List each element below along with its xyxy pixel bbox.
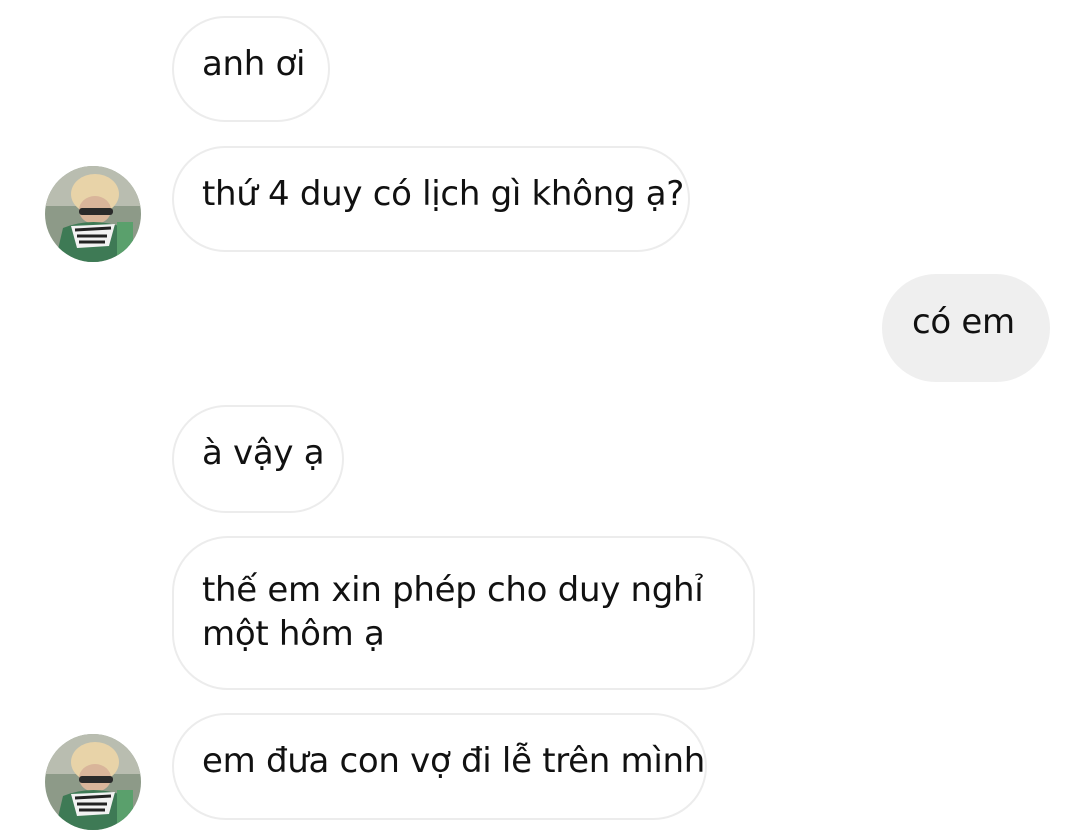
contact-avatar[interactable] bbox=[45, 166, 141, 262]
incoming-message-bubble[interactable]: thế em xin phép cho duy nghỉ một hôm ạ bbox=[172, 536, 755, 690]
message-text: em đưa con vợ đi lễ trên mình bbox=[202, 741, 706, 781]
contact-avatar[interactable] bbox=[45, 734, 141, 830]
incoming-message-bubble[interactable]: anh ơi bbox=[172, 16, 330, 122]
message-text: thứ 4 duy có lịch gì không ạ? bbox=[202, 174, 684, 214]
message-text: thế em xin phép cho duy nghỉ một hôm ạ bbox=[202, 570, 704, 654]
message-text: anh ơi bbox=[202, 44, 306, 84]
outgoing-message-bubble[interactable]: có em bbox=[882, 274, 1050, 382]
chat-screen: { "messages": [ {"sender": "contact", "t… bbox=[0, 0, 1080, 838]
message-text: có em bbox=[912, 302, 1015, 342]
avatar-image bbox=[45, 166, 141, 262]
incoming-message-bubble[interactable]: à vậy ạ bbox=[172, 405, 344, 513]
avatar-image bbox=[45, 734, 141, 830]
incoming-message-bubble[interactable]: thứ 4 duy có lịch gì không ạ? bbox=[172, 146, 690, 252]
message-text: à vậy ạ bbox=[202, 433, 325, 473]
incoming-message-bubble[interactable]: em đưa con vợ đi lễ trên mình bbox=[172, 713, 707, 820]
